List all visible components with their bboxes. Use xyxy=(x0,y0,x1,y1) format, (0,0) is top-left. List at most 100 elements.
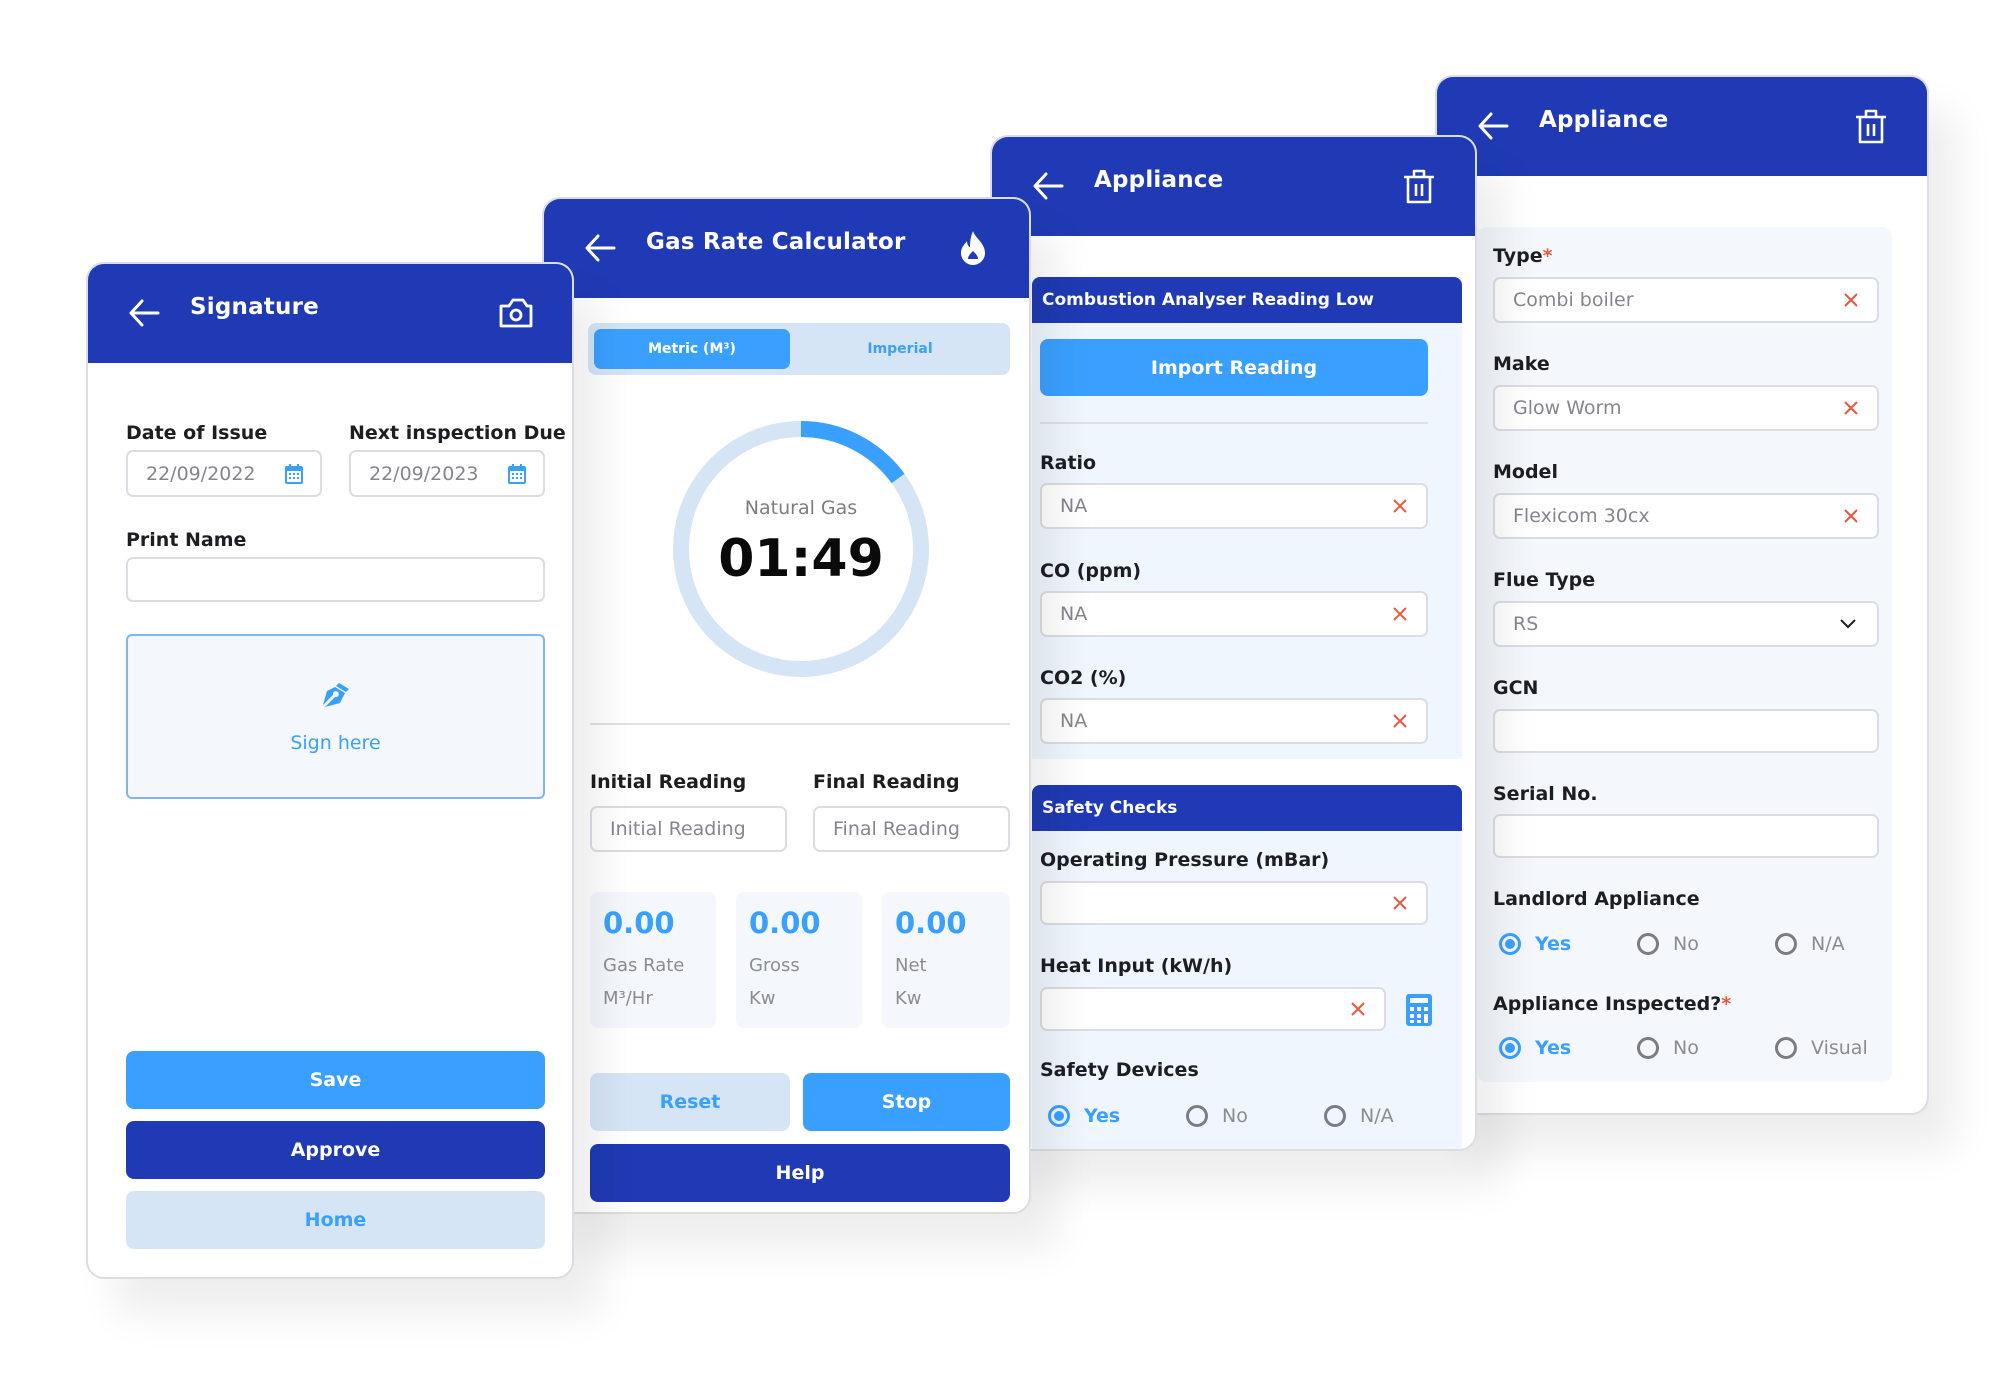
model-field[interactable]: Flexicom 30cx xyxy=(1493,493,1879,539)
trash-icon[interactable] xyxy=(1853,107,1889,145)
radio-yes[interactable]: Yes xyxy=(1048,1105,1120,1127)
clear-icon[interactable] xyxy=(1392,713,1408,729)
radio-label: Yes xyxy=(1535,933,1572,955)
ratio-label: Ratio xyxy=(1040,452,1097,474)
radio-no[interactable]: No xyxy=(1637,933,1699,955)
appliance-readings-screen: Appliance Combustion Analyser Reading Lo… xyxy=(990,135,1477,1151)
radio-label: N/A xyxy=(1811,933,1845,955)
clear-icon[interactable] xyxy=(1392,498,1408,514)
print-name-input[interactable] xyxy=(126,557,545,602)
landlord-appliance-label: Landlord Appliance xyxy=(1493,888,1700,910)
clear-icon[interactable] xyxy=(1392,895,1408,911)
type-field[interactable]: Combi boiler xyxy=(1493,277,1879,323)
model-label: Model xyxy=(1493,461,1558,483)
radio-unselected-icon xyxy=(1186,1105,1208,1127)
co2-field[interactable]: NA xyxy=(1040,698,1428,744)
flame-icon[interactable] xyxy=(955,229,991,267)
radio-no[interactable]: No xyxy=(1637,1037,1699,1059)
radio-unselected-icon xyxy=(1637,1037,1659,1059)
next-inspection-value: 22/09/2023 xyxy=(369,462,479,485)
radio-na[interactable]: N/A xyxy=(1775,933,1845,955)
arrow-left-icon[interactable] xyxy=(1032,171,1064,201)
calendar-icon[interactable] xyxy=(507,463,527,485)
radio-selected-icon xyxy=(1499,933,1521,955)
final-reading-placeholder: Final Reading xyxy=(833,818,960,840)
signature-screen: Signature Date of Issue 22/09/2022 Next … xyxy=(86,262,574,1279)
date-of-issue-label: Date of Issue xyxy=(126,422,268,444)
stop-button[interactable]: Stop xyxy=(803,1073,1010,1131)
app-bar: Appliance xyxy=(992,137,1475,236)
reset-button[interactable]: Reset xyxy=(590,1073,790,1131)
save-button[interactable]: Save xyxy=(126,1051,545,1109)
stat-value: 0.00 xyxy=(749,906,821,940)
date-of-issue-value: 22/09/2022 xyxy=(146,462,256,485)
radio-label: No xyxy=(1673,933,1699,955)
gas-type-label: Natural Gas xyxy=(744,497,858,519)
tab-metric[interactable]: Metric (M³) xyxy=(594,329,790,369)
radio-unselected-icon xyxy=(1637,933,1659,955)
stat-unit: Kw xyxy=(749,988,776,1009)
trash-icon[interactable] xyxy=(1401,167,1437,205)
clear-icon[interactable] xyxy=(1350,1001,1366,1017)
radio-visual[interactable]: Visual xyxy=(1775,1037,1868,1059)
sign-here-text: Sign here xyxy=(290,732,381,754)
page-title: Appliance xyxy=(1094,167,1224,193)
import-reading-button[interactable]: Import Reading xyxy=(1040,339,1428,396)
radio-no[interactable]: No xyxy=(1186,1105,1248,1127)
tab-imperial[interactable]: Imperial xyxy=(796,329,1004,369)
approve-button[interactable]: Approve xyxy=(126,1121,545,1179)
combustion-section-header: Combustion Analyser Reading Low xyxy=(1032,277,1462,323)
serial-no-field[interactable] xyxy=(1493,814,1879,858)
initial-reading-input[interactable]: Initial Reading xyxy=(590,806,787,852)
radio-label: Yes xyxy=(1535,1037,1572,1059)
radio-na[interactable]: N/A xyxy=(1324,1105,1394,1127)
clear-icon[interactable] xyxy=(1843,508,1859,524)
type-value: Combi boiler xyxy=(1513,289,1634,311)
radio-yes[interactable]: Yes xyxy=(1499,1037,1571,1059)
radio-unselected-icon xyxy=(1324,1105,1346,1127)
co-field[interactable]: NA xyxy=(1040,591,1428,637)
final-reading-input[interactable]: Final Reading xyxy=(813,806,1010,852)
radio-label: Yes xyxy=(1084,1105,1121,1127)
co-value: NA xyxy=(1060,603,1088,625)
heat-input-label: Heat Input (kW/h) xyxy=(1040,955,1233,977)
operating-pressure-field[interactable] xyxy=(1040,881,1428,925)
heat-input-field[interactable] xyxy=(1040,987,1386,1031)
ratio-field[interactable]: NA xyxy=(1040,483,1428,529)
make-value: Glow Worm xyxy=(1513,397,1622,419)
clear-icon[interactable] xyxy=(1392,606,1408,622)
serial-no-label: Serial No. xyxy=(1493,783,1598,805)
arrow-left-icon[interactable] xyxy=(584,233,616,263)
flue-type-select[interactable]: RS xyxy=(1493,601,1879,647)
radio-unselected-icon xyxy=(1775,933,1797,955)
clear-icon[interactable] xyxy=(1843,292,1859,308)
safety-checks-section-header: Safety Checks xyxy=(1032,785,1462,831)
make-label: Make xyxy=(1493,353,1550,375)
safety-devices-radio-group: Yes No N/A xyxy=(1048,1105,1448,1135)
radio-yes[interactable]: Yes xyxy=(1499,933,1571,955)
calendar-icon[interactable] xyxy=(284,463,304,485)
make-field[interactable]: Glow Worm xyxy=(1493,385,1879,431)
stat-value: 0.00 xyxy=(603,906,675,940)
home-button[interactable]: Home xyxy=(126,1191,545,1249)
app-bar: Signature xyxy=(88,264,572,363)
app-bar: Appliance xyxy=(1437,77,1927,176)
camera-icon[interactable] xyxy=(498,294,534,332)
clear-icon[interactable] xyxy=(1843,400,1859,416)
arrow-left-icon[interactable] xyxy=(1477,111,1509,141)
stat-label: Gas Rate xyxy=(603,955,685,976)
divider xyxy=(1040,422,1428,424)
help-button[interactable]: Help xyxy=(590,1144,1010,1202)
net-stat: 0.00 Net Kw xyxy=(882,892,1010,1028)
divider xyxy=(590,723,1010,725)
arrow-left-icon[interactable] xyxy=(128,298,160,328)
next-inspection-field[interactable]: 22/09/2023 xyxy=(349,450,545,497)
stat-unit: M³/Hr xyxy=(603,988,653,1009)
signature-pad[interactable]: Sign here xyxy=(126,634,545,799)
stat-value: 0.00 xyxy=(895,906,967,940)
gcn-field[interactable] xyxy=(1493,709,1879,753)
date-of-issue-field[interactable]: 22/09/2022 xyxy=(126,450,322,497)
radio-label: No xyxy=(1673,1037,1699,1059)
radio-label: No xyxy=(1222,1105,1248,1127)
calculator-icon[interactable] xyxy=(1406,994,1432,1026)
